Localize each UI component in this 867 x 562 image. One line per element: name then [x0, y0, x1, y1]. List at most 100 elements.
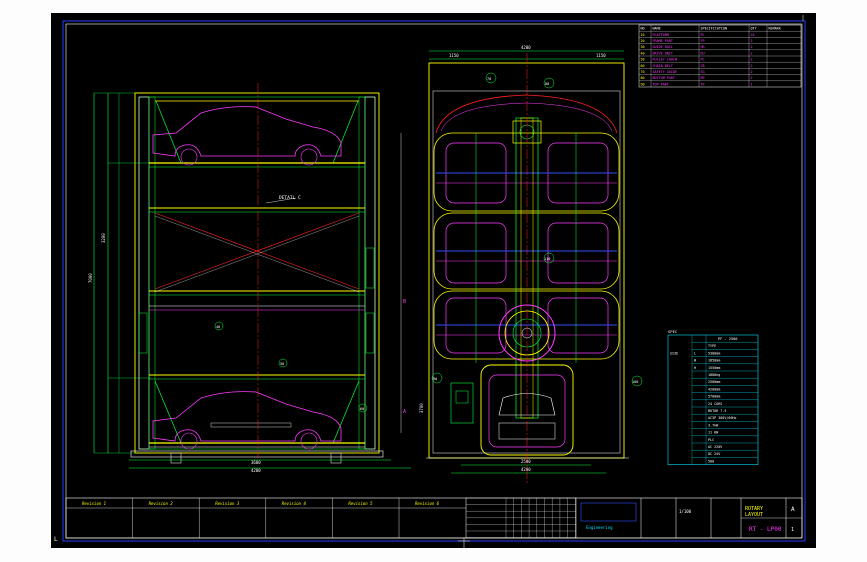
dim-left-vertical-1: 3200	[101, 233, 106, 243]
parts-cell: 2	[751, 58, 753, 62]
parts-cell: BP	[701, 76, 705, 80]
spec-cell: PLC	[708, 438, 714, 442]
left-elevation-view: 3200 7000 3600 4200 B A DETAIL C 40 50 6…	[88, 83, 411, 473]
car-bottom	[152, 391, 342, 442]
parts-cell: 2	[751, 70, 753, 74]
parts-cell: 20	[641, 39, 645, 43]
callout-50: 50	[280, 362, 284, 366]
revision-cell: Revision 5	[348, 501, 373, 506]
spec-cell: 500	[708, 459, 714, 463]
spec-cell: 2500mm	[708, 380, 720, 384]
parts-cell: 24	[751, 33, 755, 37]
parts-cell: GUIDE RAIL	[653, 45, 673, 49]
parts-cell: FRAME PART	[653, 39, 673, 43]
spec-cell: 1550mm	[708, 366, 720, 370]
parts-cell: 40	[641, 51, 645, 55]
revision-cell: Revision 3	[215, 501, 240, 506]
revision-letter: A	[791, 506, 795, 513]
spec-cell: 11 KW	[708, 431, 719, 435]
callout-60: 60	[360, 407, 364, 411]
detail-c-label: DETAIL C	[279, 195, 301, 201]
parts-cell: 80	[641, 76, 645, 80]
revision-cell: Revision 2	[149, 501, 174, 506]
spec-cell: W	[694, 359, 697, 363]
parts-cell: 2	[751, 39, 753, 43]
parts-cell: 60	[641, 64, 645, 68]
parts-cell: NO	[641, 27, 645, 31]
cad-drawing: 3200 7000 3600 4200 B A DETAIL C 40 50 6…	[54, 15, 806, 548]
dim-left-bottom-2: 4200	[251, 468, 261, 473]
parts-cell: 2	[751, 51, 753, 55]
parts-cell: SAFETY GUIDE	[653, 70, 678, 74]
callout-100: 100	[632, 380, 638, 384]
parts-cell: 50	[641, 58, 645, 62]
callout-80: 80	[545, 82, 549, 86]
title-block: Revision 1 Revision 2 Revision 3 Revision 4…	[65, 497, 803, 539]
spec-cell: 1800kg	[708, 373, 720, 377]
spec-cell: DC 24V	[708, 452, 720, 456]
revision-cell: Revision 4	[282, 501, 307, 506]
ucs-left-marker: L	[54, 536, 58, 543]
dim-left-bottom-1: 3600	[251, 460, 261, 465]
parts-cell: TP	[701, 82, 705, 86]
callout-70: 70	[487, 77, 491, 81]
parts-cell: 10	[641, 33, 645, 37]
parts-cell: CHAIN BELT	[653, 64, 673, 68]
dim-left-vertical-2: 7000	[88, 273, 93, 283]
spec-cell: 5300mm	[708, 351, 720, 355]
dim-right-bottom-1: 2500	[521, 459, 531, 464]
parts-cell: PC	[701, 58, 705, 62]
spec-cell: TYPE	[708, 344, 716, 348]
spec-title: SPEC	[668, 329, 677, 334]
parts-cell: BOTTOM PART	[653, 76, 675, 80]
drawing-viewport[interactable]: 3200 7000 3600 4200 B A DETAIL C 40 50 6…	[51, 13, 816, 548]
spec-cell: 24 CARS	[708, 402, 722, 406]
parts-cell: 1	[751, 82, 753, 86]
dim-right-top-1: 4200	[521, 45, 531, 50]
spec-cell: 4200mm	[708, 387, 720, 391]
spec-header: PF - 2500	[718, 337, 737, 341]
car-top	[152, 106, 342, 157]
drawing-number: RT - LP00	[749, 526, 782, 533]
parts-cell: SG	[701, 70, 705, 74]
drawing-scale: 1/100	[679, 509, 692, 514]
spec-cell: 5700mm	[708, 395, 720, 399]
spec-cell: H	[694, 366, 696, 370]
revision-cell: Revision 1	[82, 501, 106, 506]
parts-cell: SPECIFICATION	[701, 27, 728, 31]
parts-cell: DU	[701, 51, 705, 55]
parts-cell: 2	[751, 76, 753, 80]
spec-cell: MOTOR 7.5	[708, 409, 726, 413]
right-side-view: 4200 1150 1150 2500 4200 3700 70 80 90 1…	[419, 45, 643, 483]
cad-window: 3200 7000 3600 4200 B A DETAIL C 40 50 6…	[0, 0, 867, 562]
dim-right-side: 3700	[419, 403, 424, 413]
section-mark-b: B	[403, 299, 406, 305]
parts-cell: GR	[701, 45, 706, 49]
parts-cell: 2	[751, 64, 753, 68]
parts-cell: 2	[751, 45, 753, 49]
spec-cell: SIZE	[670, 351, 678, 355]
parts-cell: CB	[701, 64, 705, 68]
parts-cell: NAME	[653, 27, 661, 31]
parts-cell: REMARK	[769, 27, 782, 31]
parts-cell: DRIVE UNIT	[653, 51, 673, 55]
drawing-title: LAYOUT	[745, 512, 763, 518]
dim-right-top-2: 1150	[449, 53, 459, 58]
spec-cell: L	[694, 351, 696, 355]
callout-110: 110	[544, 257, 550, 261]
parts-list-table: NO NAME SPECIFICATION QTY REMARK 10 PLATFORM PL…	[638, 24, 802, 88]
parts-cell: TOP PART	[653, 82, 669, 86]
parts-cell: QTY	[751, 27, 757, 31]
dim-right-top-3: 1150	[596, 53, 606, 58]
parts-cell: FP	[701, 39, 705, 43]
callout-40: 40	[216, 325, 220, 329]
spec-cell: AC3P 380V/60Hz	[708, 416, 737, 420]
spec-cell: AC 220V	[708, 445, 722, 449]
parts-cell: 30	[641, 45, 645, 49]
spec-cell: 1850mm	[708, 359, 720, 363]
parts-cell: 70	[641, 70, 645, 74]
section-mark-a: A	[403, 409, 406, 415]
spec-cell: 3.7kW	[708, 423, 719, 427]
revision-cell: Revision 6	[415, 501, 440, 506]
sheet-number: 1	[791, 527, 794, 533]
